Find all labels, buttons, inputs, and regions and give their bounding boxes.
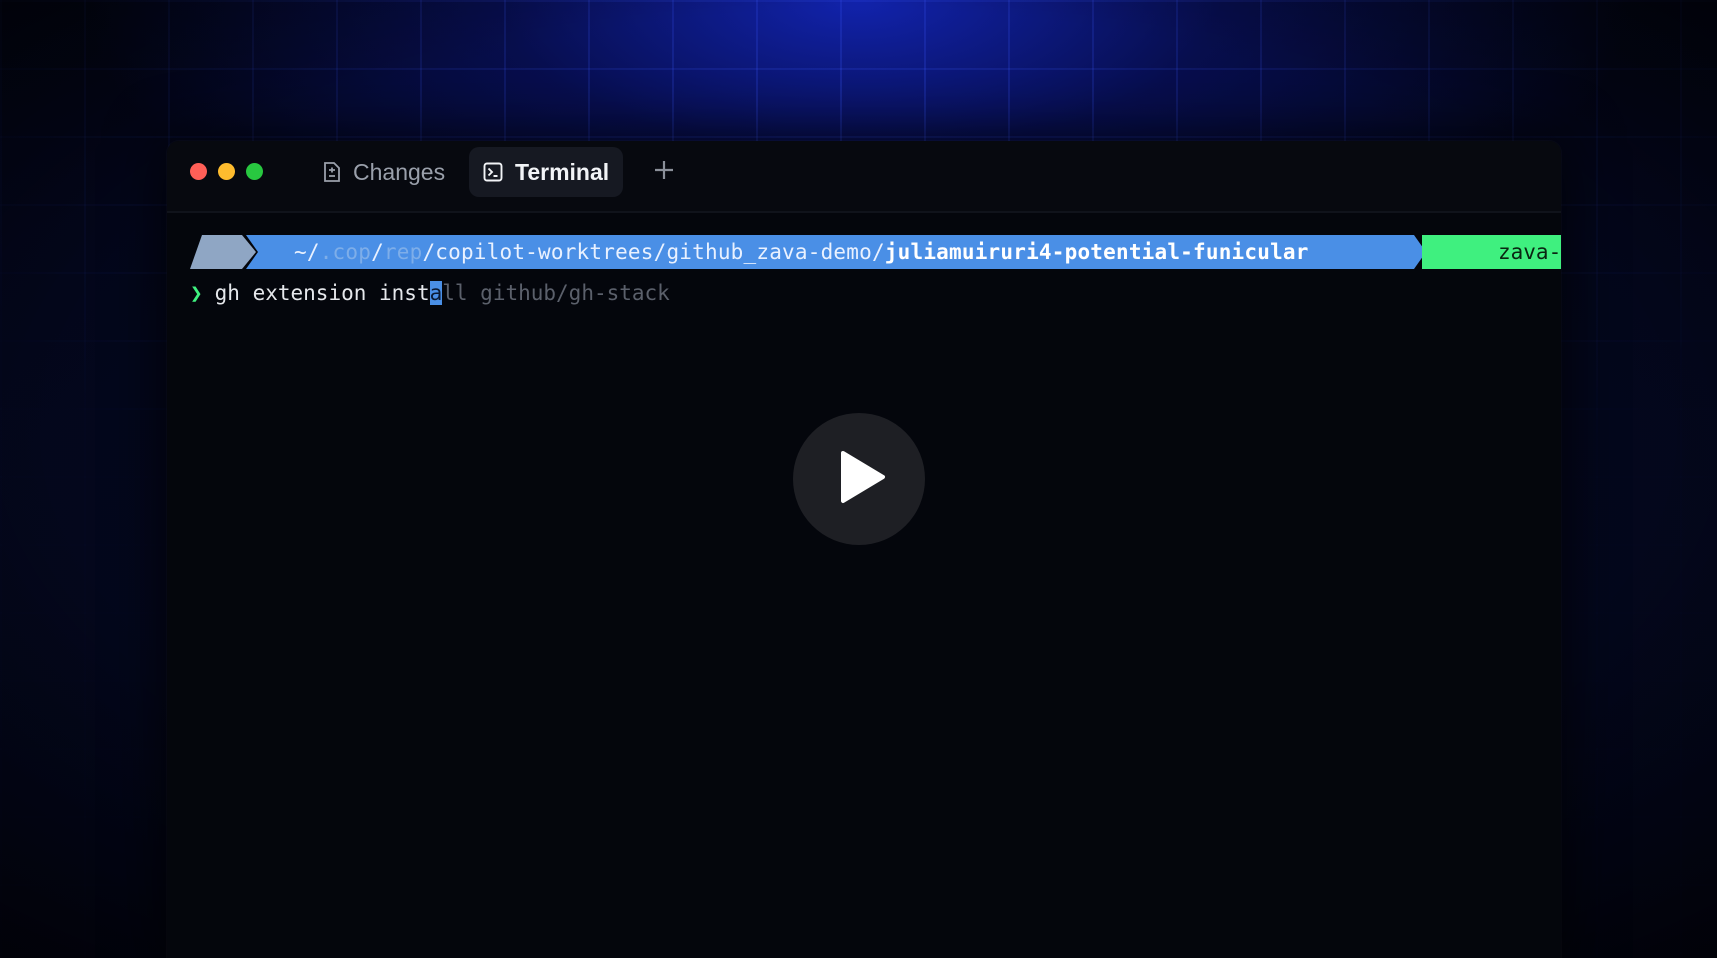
video-thumbnail: Changes Terminal ~/ .cop / rep /copilot-… [0,0,1717,958]
play-icon [829,447,889,512]
command-line[interactable]: ❯ gh extension inst a ll github/gh-stack [190,278,670,308]
path-home: ~/ [294,240,320,264]
add-tab-button[interactable] [645,153,683,191]
minimize-window-button[interactable] [218,163,235,180]
terminal-pane[interactable]: ~/.cop / rep/copilot-worktrees/github_zava… [167,213,1561,958]
app-window: Changes Terminal ~/ .cop / rep /copilot-… [167,141,1561,958]
shell-prompt: ~/.cop / rep/copilot-worktrees/github_zava… [190,235,1561,269]
zoom-window-button[interactable] [246,163,263,180]
path-middle: /copilot-worktrees/github_zava-demo/ [422,240,885,264]
path-part-dim-1: .cop [319,240,372,264]
autosuggestion: ll github/gh-stack [442,281,670,305]
tab-terminal[interactable]: Terminal [469,147,624,197]
path-part-dim-2: rep [383,240,423,264]
tab-terminal-label: Terminal [515,158,610,185]
path-current-dir: juliamuiruri4-potential-funicular [884,240,1309,264]
play-button[interactable] [793,413,925,545]
prompt-os-segment [190,235,256,269]
plus-icon [653,159,675,186]
prompt-git-branch: zava-rev [1422,235,1561,269]
close-window-button[interactable] [190,163,207,180]
path-sep: / [371,240,384,264]
prompt-chevron: ❯ [190,281,203,305]
tab-changes[interactable]: Changes [309,147,459,197]
title-bar: Changes Terminal [167,141,1561,213]
file-diff-icon [323,161,341,183]
text-cursor: a [429,281,443,305]
terminal-icon [483,162,503,182]
prompt-path-segment: ~/.cop / rep/copilot-worktrees/github_zava… [246,235,1426,269]
tab-changes-label: Changes [353,158,446,185]
typed-command: gh extension inst [214,281,430,305]
